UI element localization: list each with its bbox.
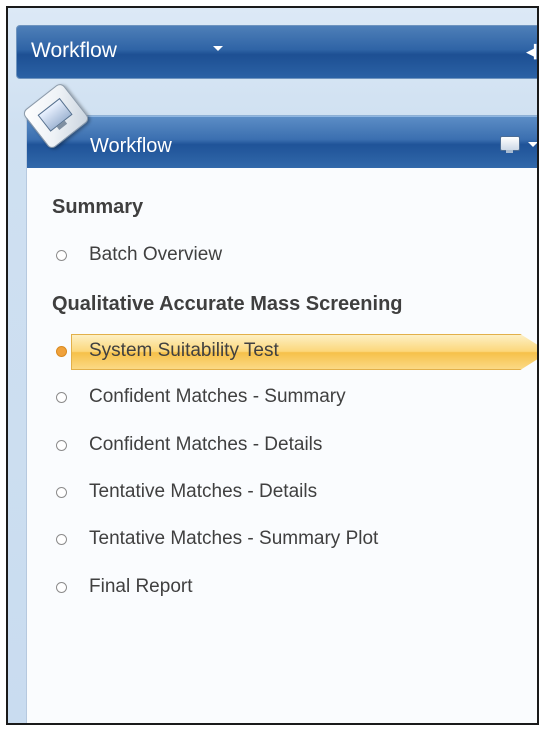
section-qualitative-accurate-mass-screening: Qualitative Accurate Mass Screening <box>52 293 403 315</box>
chevron-down-icon[interactable] <box>213 46 223 51</box>
radio-icon <box>56 391 67 403</box>
workflow-item-system-suitability-test[interactable]: System Suitability Test <box>52 336 279 366</box>
workflow-panel: Workflow Summary Batch Overview Qualitat… <box>26 115 537 723</box>
radio-icon <box>56 486 67 498</box>
active-dot-icon <box>56 345 67 357</box>
workflow-item-label: Tentative Matches - Summary Plot <box>89 528 379 549</box>
workflow-window: Workflow ◀▎ Workflow Summary Batch Overv… <box>6 6 539 725</box>
workflow-item-tentative-matches-summary-plot[interactable]: Tentative Matches - Summary Plot <box>52 524 378 554</box>
workflow-item-batch-overview[interactable]: Batch Overview <box>52 240 222 270</box>
radio-icon <box>56 439 67 451</box>
radio-icon <box>56 533 67 545</box>
section-summary: Summary <box>52 196 144 218</box>
workflow-item-label: Final Report <box>89 576 193 597</box>
workflow-item-label: Tentative Matches - Details <box>89 481 318 502</box>
workflow-item-label: Confident Matches - Details <box>89 434 323 455</box>
radio-icon <box>56 581 67 593</box>
workflow-item-label: System Suitability Test <box>89 340 279 361</box>
radio-icon <box>56 249 67 261</box>
collapse-left-icon[interactable]: ◀▎ <box>526 44 537 60</box>
workflow-item-confident-matches-details[interactable]: Confident Matches - Details <box>52 430 322 460</box>
workflow-selector-title[interactable]: Workflow <box>31 39 117 63</box>
workflow-item-label: Batch Overview <box>89 244 223 265</box>
workflow-item-confident-matches-summary[interactable]: Confident Matches - Summary <box>52 382 346 412</box>
chevron-down-icon[interactable] <box>528 142 537 147</box>
monitor-icon[interactable] <box>500 136 520 153</box>
workflow-panel-header: Workflow <box>27 116 537 168</box>
panel-title: Workflow <box>90 135 172 157</box>
workflow-selector-bar[interactable]: Workflow ◀▎ <box>16 25 537 79</box>
workflow-item-tentative-matches-details[interactable]: Tentative Matches - Details <box>52 477 317 507</box>
workflow-item-label: Confident Matches - Summary <box>89 386 346 407</box>
workflow-item-final-report[interactable]: Final Report <box>52 572 193 602</box>
